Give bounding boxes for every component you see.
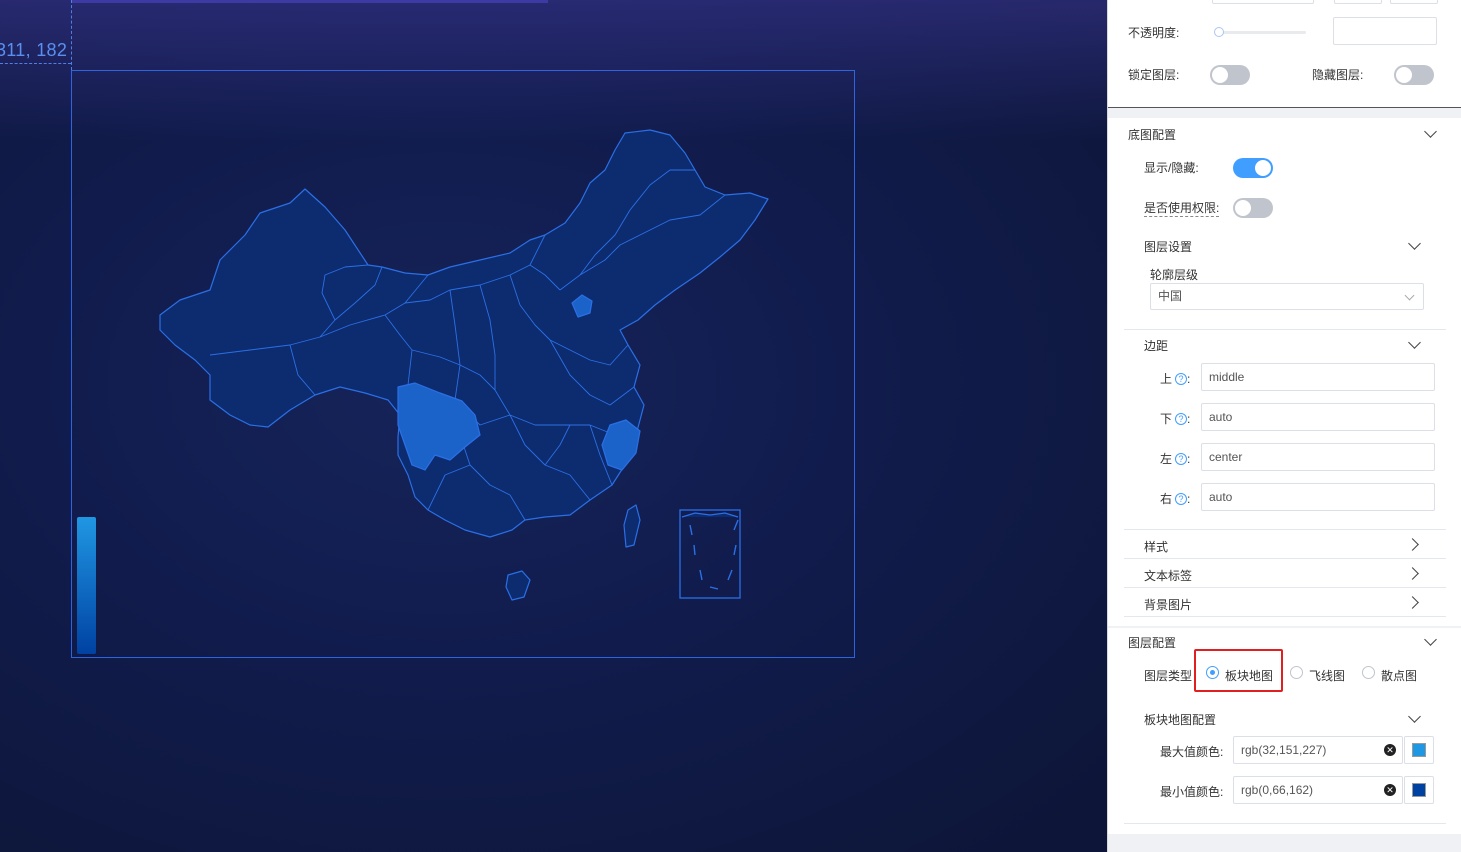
chevron-down-icon[interactable] bbox=[1424, 125, 1437, 138]
max-color-picker[interactable] bbox=[1404, 736, 1434, 764]
layer-basic-settings: 不透明度: 锁定图层: 隐藏图层: bbox=[1108, 0, 1461, 108]
block-map-config-title: 板块地图配置 bbox=[1144, 713, 1217, 727]
min-color-input[interactable]: rgb(0,66,162) bbox=[1233, 776, 1403, 804]
layer-config-title: 图层配置 bbox=[1128, 636, 1177, 650]
max-color-input[interactable]: rgb(32,151,227) bbox=[1233, 736, 1403, 764]
chevron-down-icon[interactable] bbox=[1408, 237, 1421, 250]
opacity-slider-track[interactable] bbox=[1216, 31, 1306, 34]
guide-line-horizontal bbox=[0, 63, 71, 64]
guide-line-vertical bbox=[71, 0, 72, 70]
clear-icon[interactable]: ✕ bbox=[1384, 784, 1396, 796]
position-input-top[interactable] bbox=[1212, 0, 1314, 4]
bg-image-section-title[interactable]: 背景图片 bbox=[1144, 596, 1192, 613]
max-color-swatch bbox=[1412, 743, 1426, 757]
section-divider bbox=[1124, 823, 1446, 824]
help-icon: ? bbox=[1175, 413, 1188, 425]
margin-right-input[interactable]: auto bbox=[1201, 483, 1435, 511]
chevron-down-icon[interactable] bbox=[1408, 710, 1421, 723]
show-hide-toggle[interactable] bbox=[1233, 158, 1273, 178]
margin-left-input[interactable]: center bbox=[1201, 443, 1435, 471]
text-label-section-title[interactable]: 文本标签 bbox=[1144, 567, 1192, 584]
island-hainan bbox=[505, 570, 531, 601]
basemap-config-title: 底图配置 bbox=[1128, 128, 1177, 142]
opacity-input[interactable] bbox=[1333, 17, 1437, 45]
min-color-label: 最小值颜色: bbox=[1160, 785, 1224, 799]
basemap-config-section: 底图配置 显示/隐藏: 是否使用权限: 图层设置 轮廓层级 中国 边距 上?: … bbox=[1108, 118, 1461, 626]
use-permission-toggle[interactable] bbox=[1233, 198, 1273, 218]
section-divider bbox=[1124, 587, 1446, 588]
radio-flyline-map[interactable] bbox=[1290, 666, 1303, 679]
show-hide-label: 显示/隐藏: bbox=[1144, 161, 1199, 175]
clear-icon[interactable]: ✕ bbox=[1384, 744, 1396, 756]
coordinate-readout: 311, 182 bbox=[0, 40, 68, 60]
margin-right-label: 右?: bbox=[1160, 492, 1191, 506]
hide-layer-toggle[interactable] bbox=[1394, 65, 1434, 85]
style-section-title[interactable]: 样式 bbox=[1144, 538, 1168, 555]
layer-settings-title: 图层设置 bbox=[1144, 240, 1193, 254]
opacity-slider-handle[interactable] bbox=[1214, 27, 1224, 37]
margin-bottom-input[interactable]: auto bbox=[1201, 403, 1435, 431]
min-color-swatch bbox=[1412, 783, 1426, 797]
canvas-top-bar bbox=[72, 0, 548, 3]
margin-left-label: 左?: bbox=[1160, 452, 1191, 466]
outline-level-label: 轮廓层级 bbox=[1150, 268, 1199, 282]
island-taiwan bbox=[623, 504, 641, 548]
chevron-right-icon[interactable] bbox=[1406, 596, 1419, 609]
margin-title: 边距 bbox=[1144, 339, 1169, 353]
opacity-label: 不透明度: bbox=[1128, 26, 1180, 40]
size-button-b[interactable] bbox=[1390, 0, 1438, 4]
radio-block-map[interactable] bbox=[1206, 666, 1219, 679]
lock-layer-label: 锁定图层: bbox=[1128, 68, 1180, 82]
use-permission-label: 是否使用权限: bbox=[1144, 201, 1220, 217]
mainland-outline bbox=[159, 129, 769, 538]
section-divider bbox=[1124, 529, 1446, 530]
outline-level-select[interactable]: 中国 bbox=[1150, 283, 1424, 310]
radio-flyline-map-label[interactable]: 飞线图 bbox=[1309, 667, 1345, 684]
panel-divider bbox=[1108, 107, 1461, 108]
hide-layer-label: 隐藏图层: bbox=[1312, 68, 1364, 82]
radio-block-map-label[interactable]: 板块地图 bbox=[1225, 667, 1273, 684]
layer-type-label: 图层类型 bbox=[1144, 669, 1193, 683]
help-icon: ? bbox=[1175, 493, 1188, 505]
properties-panel: 不透明度: 锁定图层: 隐藏图层: 底图配置 显示/隐藏: 是否使用权限: 图层… bbox=[1107, 0, 1461, 852]
lock-layer-toggle[interactable] bbox=[1210, 65, 1250, 85]
margin-top-label: 上?: bbox=[1160, 372, 1191, 386]
size-button-a[interactable] bbox=[1334, 0, 1382, 4]
design-canvas[interactable]: 311, 182 bbox=[0, 0, 1107, 852]
help-icon: ? bbox=[1175, 373, 1188, 385]
outline-level-value: 中国 bbox=[1158, 289, 1183, 303]
min-color-picker[interactable] bbox=[1404, 776, 1434, 804]
layer-config-section: 图层配置 图层类型 板块地图 飞线图 散点图 板块地图配置 最大值颜色: rgb… bbox=[1108, 628, 1461, 834]
chevron-down-icon[interactable] bbox=[1408, 336, 1421, 349]
china-map[interactable] bbox=[150, 125, 780, 605]
visual-map-legend-bar bbox=[77, 517, 96, 654]
margin-bottom-label: 下?: bbox=[1160, 412, 1191, 426]
section-divider bbox=[1124, 558, 1446, 559]
margin-top-input[interactable]: middle bbox=[1201, 363, 1435, 391]
chevron-down-icon bbox=[1404, 290, 1415, 301]
chevron-down-icon[interactable] bbox=[1424, 633, 1437, 646]
chevron-right-icon[interactable] bbox=[1406, 567, 1419, 580]
max-color-label: 最大值颜色: bbox=[1160, 745, 1224, 759]
chevron-right-icon[interactable] bbox=[1406, 538, 1419, 551]
section-divider bbox=[1124, 616, 1446, 617]
radio-scatter-map-label[interactable]: 散点图 bbox=[1381, 667, 1417, 684]
radio-scatter-map[interactable] bbox=[1362, 666, 1375, 679]
section-divider bbox=[1124, 329, 1446, 330]
help-icon: ? bbox=[1175, 453, 1188, 465]
south-china-sea-inset bbox=[679, 509, 741, 599]
